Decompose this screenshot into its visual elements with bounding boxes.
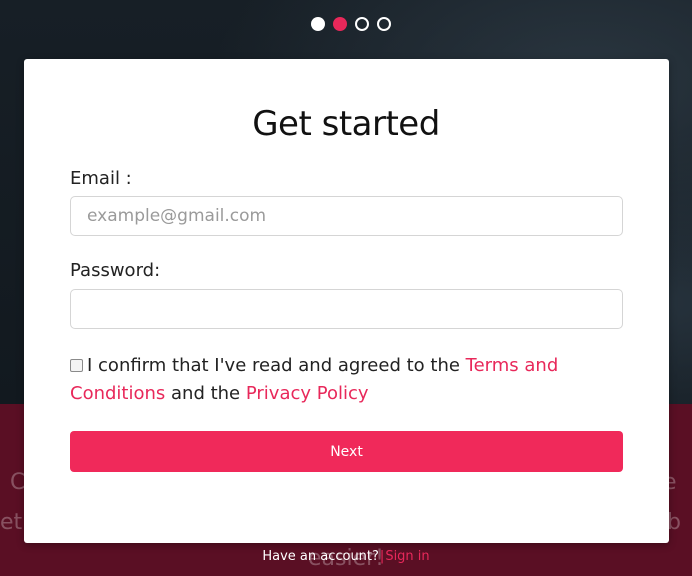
carousel-dot-3[interactable] <box>355 17 369 31</box>
terms-confirmation: I confirm that I've read and agreed to t… <box>70 352 630 408</box>
have-account-text: Have an account? <box>262 549 379 564</box>
background-text: et <box>0 510 23 535</box>
next-button[interactable]: Next <box>70 431 623 472</box>
confirm-text-2: and the <box>165 383 246 404</box>
carousel-dot-1[interactable] <box>311 17 325 31</box>
footer: Have an account?|Sign in <box>0 549 692 564</box>
email-label: Email : <box>70 168 132 189</box>
password-field[interactable] <box>70 289 623 329</box>
carousel-indicators <box>311 17 391 31</box>
page-title: Get started <box>252 104 440 144</box>
confirm-text: I confirm that I've read and agreed to t… <box>87 355 466 376</box>
privacy-policy-link[interactable]: Privacy Policy <box>246 383 369 404</box>
carousel-dot-4[interactable] <box>377 17 391 31</box>
background-text: b <box>667 510 681 535</box>
password-label: Password: <box>70 260 161 281</box>
terms-checkbox[interactable] <box>70 359 83 372</box>
email-field[interactable] <box>70 196 623 236</box>
sign-in-link[interactable]: Sign in <box>385 549 429 564</box>
footer-separator: | <box>379 549 385 564</box>
carousel-dot-2-active[interactable] <box>333 17 347 31</box>
